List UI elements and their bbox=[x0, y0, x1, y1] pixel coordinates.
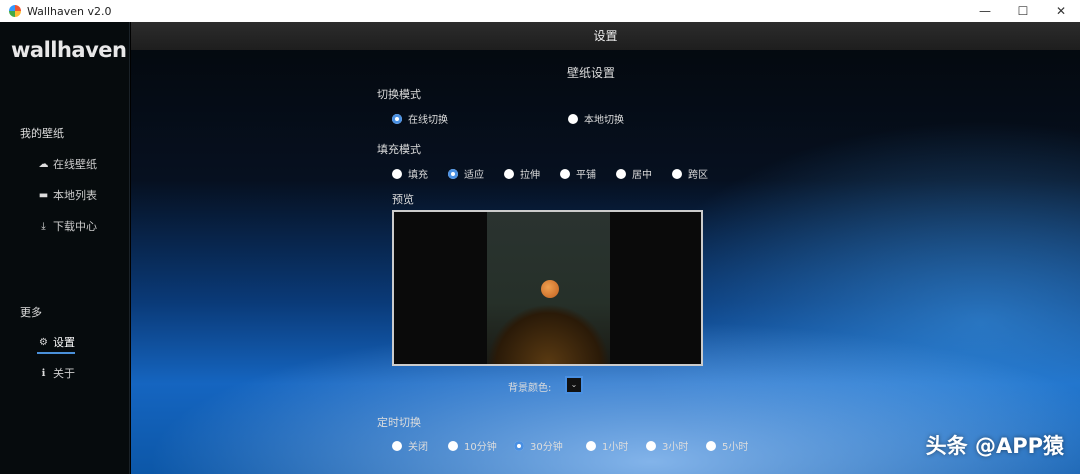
preview-label: 预览 bbox=[392, 193, 414, 206]
radio-label: 居中 bbox=[632, 170, 652, 181]
radio-dot bbox=[448, 440, 458, 451]
radio-dot bbox=[504, 168, 514, 179]
section-more: 更多 bbox=[20, 306, 42, 319]
radio-label: 适应 bbox=[464, 170, 484, 181]
wallpaper-preview bbox=[392, 210, 703, 366]
preview-image bbox=[487, 212, 610, 364]
watermark: 头条 @APP猿 bbox=[925, 434, 1064, 458]
radio-fill-mode-5[interactable]: 跨区 bbox=[672, 166, 708, 181]
radio-label: 3小时 bbox=[662, 442, 689, 453]
radio-timer-2[interactable]: 30分钟 bbox=[514, 438, 563, 453]
page-title: 设置 bbox=[131, 22, 1080, 50]
timer-label: 定时切换 bbox=[377, 416, 421, 429]
radio-timer-3[interactable]: 1小时 bbox=[586, 438, 628, 453]
radio-fill-mode-1[interactable]: 适应 bbox=[448, 166, 484, 181]
info-icon: ℹ bbox=[41, 367, 46, 379]
radio-label: 填充 bbox=[408, 170, 428, 181]
radio-label: 30分钟 bbox=[530, 442, 563, 453]
radio-online-switch[interactable]: 在线切换 bbox=[392, 111, 448, 126]
sidebar-item-label: 本地列表 bbox=[53, 189, 97, 202]
radio-fill-mode-0[interactable]: 填充 bbox=[392, 166, 428, 181]
logo: wallhaven bbox=[11, 38, 127, 62]
bg-color-picker[interactable]: ⌄ bbox=[565, 376, 583, 394]
radio-dot bbox=[392, 113, 402, 124]
sidebar-item-online[interactable]: ☁ 在线壁纸 bbox=[37, 156, 98, 172]
fill-mode-label: 填充模式 bbox=[377, 143, 421, 156]
switch-mode-label: 切换模式 bbox=[377, 88, 421, 101]
sidebar-item-local[interactable]: ▬ 本地列表 bbox=[37, 187, 97, 203]
window-title: Wallhaven v2.0 bbox=[27, 4, 112, 18]
radio-timer-5[interactable]: 5小时 bbox=[706, 438, 748, 453]
sidebar-item-settings[interactable]: ⚙ 设置 bbox=[37, 334, 75, 354]
radio-local-switch[interactable]: 本地切换 bbox=[568, 111, 624, 126]
app-icon bbox=[9, 5, 21, 17]
radio-dot bbox=[646, 440, 656, 451]
bg-color-label: 背景颜色: bbox=[508, 383, 552, 394]
folder-icon: ▬ bbox=[38, 189, 49, 201]
radio-label: 10分钟 bbox=[464, 442, 497, 453]
radio-dot bbox=[392, 440, 402, 451]
radio-dot bbox=[514, 440, 524, 451]
main-content: 设置 壁纸设置 切换模式 在线切换 本地切换 填充模式 填充 适应 拉伸 平铺 居中 跨区… bbox=[131, 22, 1080, 474]
radio-label: 1小时 bbox=[602, 442, 629, 453]
radio-timer-4[interactable]: 3小时 bbox=[646, 438, 688, 453]
radio-dot bbox=[706, 440, 716, 451]
radio-label: 拉伸 bbox=[520, 170, 540, 181]
radio-label: 本地切换 bbox=[584, 115, 624, 126]
cloud-icon: ☁ bbox=[38, 158, 49, 170]
sidebar-item-label: 关于 bbox=[53, 367, 75, 380]
radio-dot bbox=[448, 168, 458, 179]
sidebar-item-about[interactable]: ℹ 关于 bbox=[37, 365, 75, 381]
radio-dot bbox=[560, 168, 570, 179]
radio-fill-mode-3[interactable]: 平铺 bbox=[560, 166, 596, 181]
minimize-button[interactable]: — bbox=[966, 0, 1004, 22]
sidebar-item-label: 下载中心 bbox=[53, 220, 97, 233]
radio-dot bbox=[568, 113, 578, 124]
sidebar-item-label: 在线壁纸 bbox=[53, 158, 97, 171]
maximize-button[interactable]: ☐ bbox=[1004, 0, 1042, 22]
download-icon: ⤓ bbox=[41, 220, 46, 232]
radio-fill-mode-2[interactable]: 拉伸 bbox=[504, 166, 540, 181]
radio-dot bbox=[392, 168, 402, 179]
radio-label: 在线切换 bbox=[408, 115, 448, 126]
sidebar: wallhaven 我的壁纸 ☁ 在线壁纸 ▬ 本地列表 ⤓ 下载中心 更多 ⚙ 设置 … bbox=[0, 22, 130, 474]
radio-label: 跨区 bbox=[688, 170, 708, 181]
radio-dot bbox=[672, 168, 682, 179]
flowers bbox=[487, 304, 610, 364]
radio-label: 5小时 bbox=[722, 442, 749, 453]
radio-label: 平铺 bbox=[576, 170, 596, 181]
sidebar-item-label: 设置 bbox=[53, 336, 75, 349]
radio-timer-1[interactable]: 10分钟 bbox=[448, 438, 497, 453]
close-button[interactable]: ✕ bbox=[1042, 0, 1080, 22]
title-bar: Wallhaven v2.0 — ☐ ✕ bbox=[0, 0, 1080, 22]
settings-title: 壁纸设置 bbox=[566, 66, 615, 80]
radio-timer-0[interactable]: 关闭 bbox=[392, 438, 428, 453]
section-my-wallpapers: 我的壁纸 bbox=[20, 127, 64, 140]
moon bbox=[541, 280, 559, 298]
radio-dot bbox=[586, 440, 596, 451]
radio-label: 关闭 bbox=[408, 442, 428, 453]
gear-icon: ⚙ bbox=[39, 336, 48, 348]
radio-fill-mode-4[interactable]: 居中 bbox=[616, 166, 652, 181]
radio-dot bbox=[616, 168, 626, 179]
sidebar-item-downloads[interactable]: ⤓ 下载中心 bbox=[37, 218, 97, 234]
